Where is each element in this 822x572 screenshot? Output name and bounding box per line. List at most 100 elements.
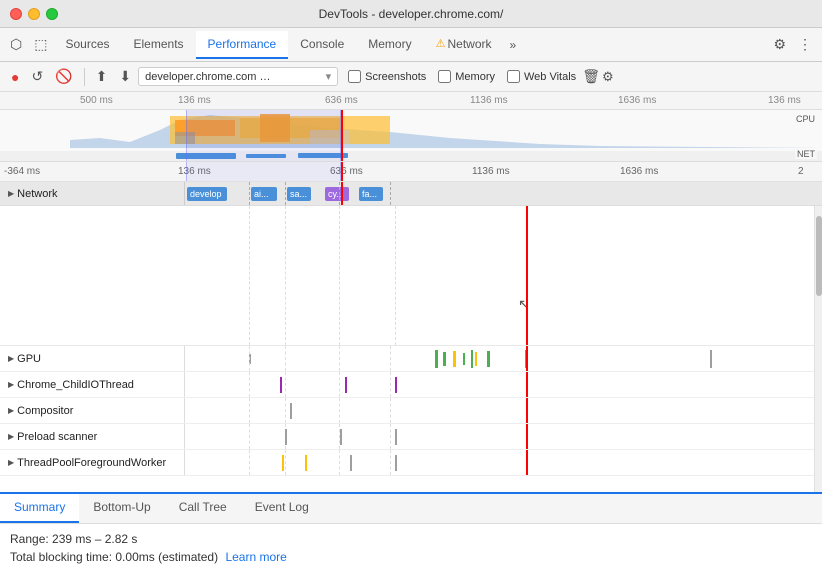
- trash-button[interactable]: 🗑: [582, 68, 600, 85]
- overview-ruler: 500 ms 136 ms 636 ms 1136 ms 1636 ms 136…: [0, 92, 822, 110]
- time-mark-636: 636 ms: [330, 166, 363, 177]
- child-io-label[interactable]: ▶ Chrome_ChildIOThread: [0, 372, 185, 397]
- time-mark-136: 136 ms: [178, 166, 211, 177]
- settings-icon-button[interactable]: ⚙: [767, 32, 792, 57]
- gpu-vl4: [390, 346, 391, 371]
- tab-bottomup[interactable]: Bottom-Up: [79, 494, 164, 523]
- gpu-line-6: [487, 351, 490, 367]
- network-label[interactable]: ▶ Network: [0, 182, 185, 205]
- clear-button[interactable]: 🚫: [50, 65, 77, 88]
- webvitals-checkbox[interactable]: Web Vitals: [507, 70, 576, 83]
- preload-label[interactable]: ▶ Preload scanner: [0, 424, 185, 449]
- ruler-mark-500: 500 ms: [80, 95, 113, 106]
- net-label: NET: [795, 149, 817, 159]
- comp-line-0: [290, 403, 292, 419]
- compositor-label[interactable]: ▶ Compositor: [0, 398, 185, 423]
- v-line-4: [390, 182, 391, 205]
- preload-canvas[interactable]: [185, 424, 822, 449]
- cio-line-1: [345, 377, 347, 393]
- threadpool-canvas[interactable]: [185, 450, 822, 475]
- comp-vl3: [339, 398, 340, 423]
- gpu-track-canvas[interactable]: [185, 346, 822, 371]
- tp-line-3: [395, 455, 397, 471]
- url-dropdown-icon[interactable]: ▾: [326, 70, 332, 83]
- gpu-expand-triangle[interactable]: ▶: [8, 354, 14, 363]
- tab-console[interactable]: Console: [288, 31, 356, 59]
- tab-network[interactable]: ⚠ Network: [424, 31, 504, 59]
- tp-vl3: [339, 450, 340, 475]
- tab-calltree[interactable]: Call Tree: [165, 494, 241, 523]
- learn-more-link[interactable]: Learn more: [225, 550, 286, 564]
- more-options-button[interactable]: ⋮: [792, 32, 818, 57]
- main-flame-area[interactable]: ↖: [0, 206, 822, 346]
- upload-button[interactable]: ⬆: [91, 65, 113, 88]
- main-cursor: [526, 206, 528, 345]
- gpu-label[interactable]: ▶ GPU: [0, 346, 185, 371]
- tp-line-2: [350, 455, 352, 471]
- network-expand-triangle[interactable]: ▶: [8, 189, 14, 198]
- tab-eventlog[interactable]: Event Log: [241, 494, 323, 523]
- track-threadpool[interactable]: ▶ ThreadPoolForegroundWorker: [0, 450, 822, 476]
- track-preload[interactable]: ▶ Preload scanner: [0, 424, 822, 450]
- device-icon-button[interactable]: ⬚: [28, 32, 53, 57]
- time-markers-row: -364 ms 136 ms 636 ms 1136 ms 1636 ms 2: [0, 162, 822, 182]
- gpu-line-3: [463, 353, 465, 365]
- minimize-button[interactable]: [28, 8, 40, 20]
- track-gpu[interactable]: ▶ GPU: [0, 346, 822, 372]
- comp-vl2: [285, 398, 286, 423]
- vertical-scrollbar[interactable]: [814, 206, 822, 492]
- gpu-vl3: [339, 346, 340, 371]
- reload-record-button[interactable]: ↺: [26, 65, 48, 88]
- gpu-cursor: [526, 346, 528, 371]
- time-mark-1136: 1136 ms: [472, 166, 510, 177]
- threadpool-triangle[interactable]: ▶: [8, 458, 14, 467]
- screenshots-check[interactable]: [348, 70, 361, 83]
- track-child-io[interactable]: ▶ Chrome_ChildIOThread: [0, 372, 822, 398]
- track-compositor[interactable]: ▶ Compositor: [0, 398, 822, 424]
- pre-line-0: [285, 429, 287, 445]
- child-io-canvas[interactable]: [185, 372, 822, 397]
- cio-line-0: [280, 377, 282, 393]
- tp-line-0: [282, 455, 284, 471]
- capture-settings-button[interactable]: ⚙: [602, 69, 614, 85]
- gpu-line-8: [710, 350, 712, 368]
- compositor-triangle[interactable]: ▶: [8, 406, 14, 415]
- more-tabs-button[interactable]: »: [504, 34, 523, 56]
- webvitals-check[interactable]: [507, 70, 520, 83]
- threadpool-label[interactable]: ▶ ThreadPoolForegroundWorker: [0, 450, 185, 475]
- ruler-mark-136b: 136 ms: [768, 95, 801, 106]
- tab-elements[interactable]: Elements: [122, 31, 196, 59]
- net-bar-item2: [246, 154, 286, 158]
- preload-label-text: Preload scanner: [17, 431, 97, 443]
- close-button[interactable]: [10, 8, 22, 20]
- ruler-mark-1636: 1636 ms: [618, 95, 656, 106]
- summary-content: Range: 239 ms – 2.82 s Total blocking ti…: [0, 524, 822, 572]
- tp-cursor: [526, 450, 528, 475]
- threadpool-label-text: ThreadPoolForegroundWorker: [17, 457, 166, 469]
- child-io-label-text: Chrome_ChildIOThread: [17, 379, 134, 391]
- download-button[interactable]: ⬇: [114, 65, 136, 88]
- preload-triangle[interactable]: ▶: [8, 432, 14, 441]
- tab-memory[interactable]: Memory: [356, 31, 423, 59]
- pre-vl4: [390, 424, 391, 449]
- maximize-button[interactable]: [46, 8, 58, 20]
- cio-line-2: [395, 377, 397, 393]
- window-controls: [10, 8, 58, 20]
- overview-area[interactable]: CPU NET: [0, 110, 822, 162]
- record-button[interactable]: ●: [6, 66, 24, 88]
- tab-sources[interactable]: Sources: [53, 31, 121, 59]
- memory-check[interactable]: [438, 70, 451, 83]
- tab-performance[interactable]: Performance: [196, 31, 289, 59]
- child-io-triangle[interactable]: ▶: [8, 380, 14, 389]
- memory-checkbox[interactable]: Memory: [438, 70, 495, 83]
- inspect-icon-button[interactable]: ⬡: [4, 32, 28, 57]
- pre-cursor: [526, 424, 528, 449]
- ruler-mark-1136: 1136 ms: [470, 95, 508, 106]
- tab-summary[interactable]: Summary: [0, 494, 79, 523]
- v-line-3: [339, 182, 340, 205]
- scrollbar-thumb[interactable]: [816, 216, 822, 296]
- compositor-canvas[interactable]: [185, 398, 822, 423]
- screenshots-checkbox[interactable]: Screenshots: [348, 70, 426, 83]
- performance-toolbar: ● ↺ 🚫 ⬆ ⬇ developer.chrome.com … ▾ Scree…: [0, 62, 822, 92]
- tracks-area[interactable]: ↖ ▶ GPU: [0, 206, 822, 492]
